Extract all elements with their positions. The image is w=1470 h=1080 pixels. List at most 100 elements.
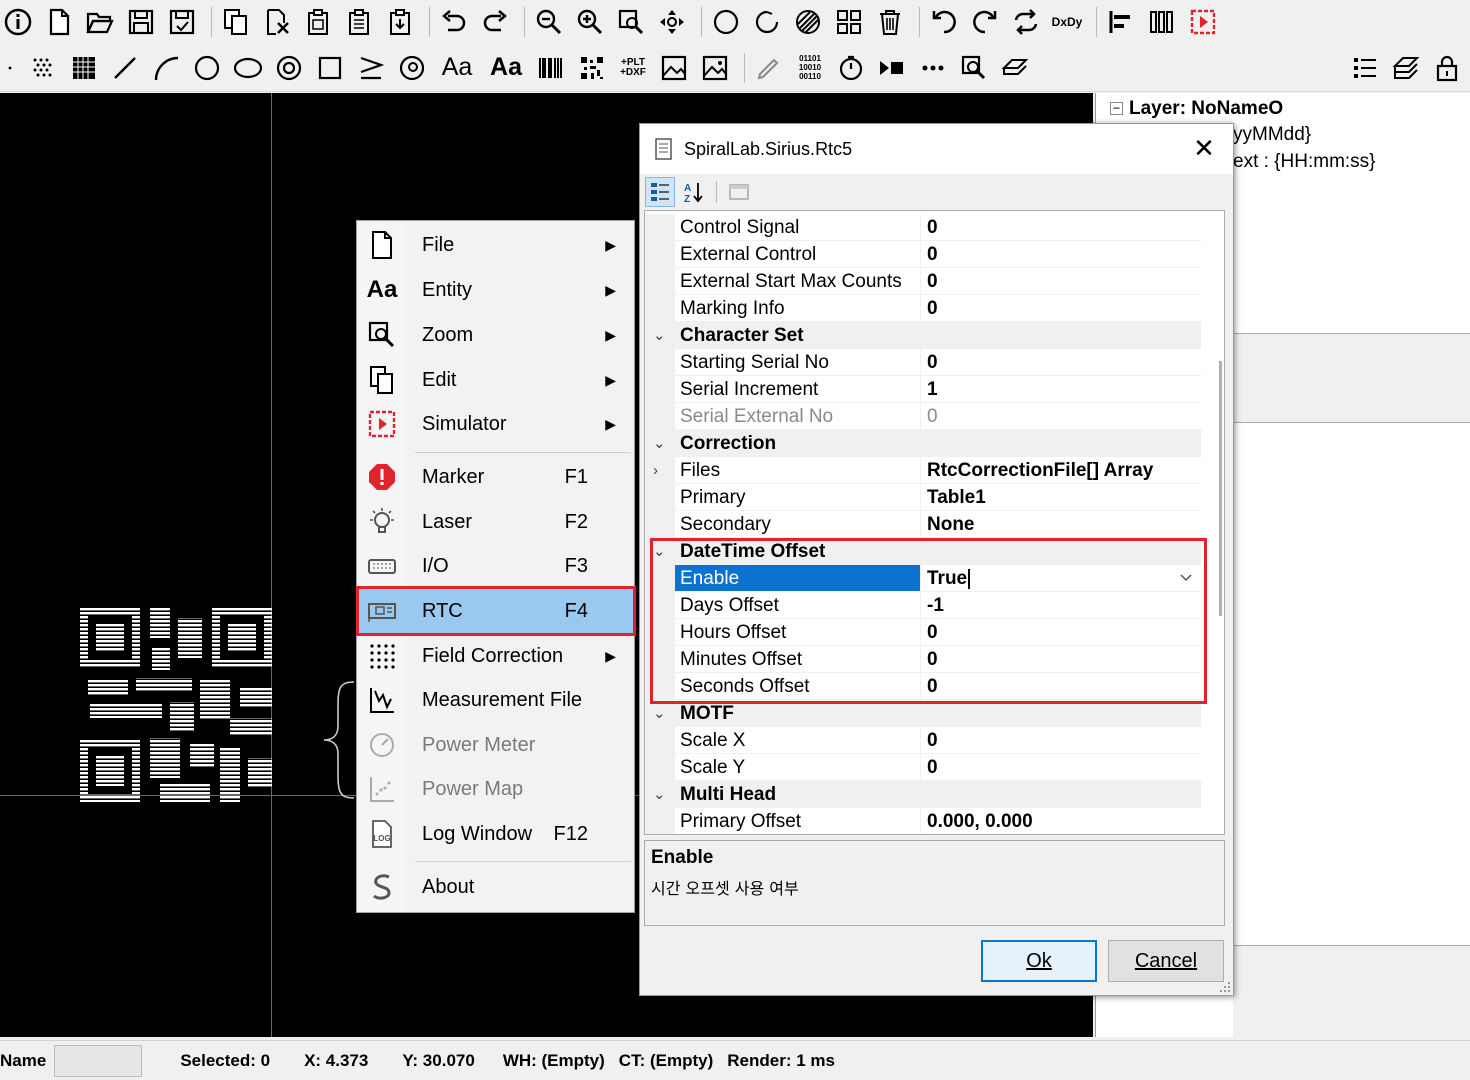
paste-array-icon[interactable] xyxy=(341,4,377,40)
menu-item-file[interactable]: File ▶ xyxy=(358,223,634,267)
redo-icon[interactable] xyxy=(477,4,513,40)
property-pages-icon[interactable] xyxy=(724,177,754,207)
category-row[interactable]: ⌄ Correction xyxy=(645,430,1201,457)
tree-child-2[interactable]: ext : {HH:mm:ss} xyxy=(1233,151,1376,173)
cancel-button[interactable]: Cancel xyxy=(1108,940,1224,982)
prop-value[interactable]: 0 xyxy=(921,349,1201,376)
prop-value[interactable]: 0 xyxy=(921,754,1201,781)
chevron-down-icon[interactable]: ⌄ xyxy=(653,700,666,727)
tree-child-1[interactable]: yyMMdd} xyxy=(1233,124,1311,146)
close-icon[interactable]: ✕ xyxy=(1189,134,1219,162)
ellipse-icon[interactable] xyxy=(230,50,266,86)
ok-button[interactable]: Ok xyxy=(981,940,1097,982)
paste-icon[interactable] xyxy=(300,4,336,40)
category-row[interactable]: ⌄ Character Set xyxy=(645,322,1201,349)
prop-row[interactable]: External Control 0 xyxy=(645,241,1201,268)
circle-icon[interactable] xyxy=(708,4,744,40)
spiral-text-icon[interactable] xyxy=(394,50,430,86)
menu-item-rtc[interactable]: RTC F4 xyxy=(356,586,636,636)
pen-icon[interactable] xyxy=(751,50,787,86)
prop-row-readonly[interactable]: Serial External No 0 xyxy=(645,403,1201,430)
pan-icon[interactable] xyxy=(654,4,690,40)
menu-item-edit[interactable]: Edit ▶ xyxy=(358,358,634,402)
layer-icon[interactable] xyxy=(997,50,1033,86)
rectangle-icon[interactable] xyxy=(312,50,348,86)
prop-row[interactable]: Control Signal 0 xyxy=(645,214,1201,241)
point-icon[interactable] xyxy=(0,50,20,86)
menu-item-zoom[interactable]: Zoom ▶ xyxy=(358,313,634,357)
prop-value[interactable]: 0 xyxy=(921,295,1201,322)
qrcode-entity[interactable] xyxy=(80,608,272,802)
grid-icon[interactable] xyxy=(831,4,867,40)
prop-value[interactable]: 0 xyxy=(921,268,1201,295)
timer-icon[interactable] xyxy=(833,50,869,86)
delete-icon[interactable] xyxy=(872,4,908,40)
chevron-down-icon[interactable]: ⌄ xyxy=(653,430,666,457)
points-cloud-icon[interactable] xyxy=(25,50,61,86)
menu-item-field-correction[interactable]: Field Correction ▶ xyxy=(358,634,634,678)
prop-value[interactable]: 0 xyxy=(921,727,1201,754)
save-icon[interactable] xyxy=(123,4,159,40)
prop-value[interactable]: 1 xyxy=(921,376,1201,403)
prop-row[interactable]: Scale Y0 xyxy=(645,754,1201,781)
menu-item-about[interactable]: About xyxy=(358,865,634,909)
alphabetical-sort-icon[interactable]: AZ xyxy=(679,177,709,207)
text-bold-icon[interactable]: Aa xyxy=(484,50,528,86)
zoom-select-icon[interactable] xyxy=(956,50,992,86)
paste-clipboard-icon[interactable] xyxy=(382,4,418,40)
qrcode-icon[interactable] xyxy=(574,50,610,86)
prop-row[interactable]: Scale X0 xyxy=(645,727,1201,754)
rotate-cw-icon[interactable] xyxy=(967,4,1003,40)
name-field[interactable] xyxy=(54,1044,143,1077)
layers-icon[interactable] xyxy=(1388,50,1424,86)
image-icon[interactable] xyxy=(656,50,692,86)
spiral-icon[interactable] xyxy=(271,50,307,86)
category-row[interactable]: ⌄ MOTF xyxy=(645,700,1201,727)
menu-item-io[interactable]: I/O F3 xyxy=(358,544,634,588)
list-icon[interactable] xyxy=(1347,50,1383,86)
menu-item-entity[interactable]: Aa Entity ▶ xyxy=(358,268,634,312)
menu-item-power-map[interactable]: Power Map xyxy=(358,767,634,811)
circle-entity-icon[interactable] xyxy=(189,50,225,86)
categorized-view-icon[interactable] xyxy=(645,177,675,207)
prop-row[interactable]: Primary Table1 xyxy=(645,484,1201,511)
play-stop-icon[interactable] xyxy=(874,50,910,86)
import-plt-dxf-icon[interactable]: +PLT +DXF xyxy=(615,50,651,86)
prop-row[interactable]: Primary Offset 0.000, 0.000 xyxy=(645,808,1201,834)
menu-item-marker[interactable]: Marker F1 xyxy=(358,455,634,499)
zoom-window-icon[interactable] xyxy=(613,4,649,40)
cut-icon[interactable] xyxy=(259,4,295,40)
grid-scrollbar[interactable] xyxy=(1219,361,1222,616)
more-icon[interactable] xyxy=(915,50,951,86)
align-icon[interactable] xyxy=(1103,4,1139,40)
raster-icon[interactable] xyxy=(66,50,102,86)
reverse-icon[interactable] xyxy=(1008,4,1044,40)
dx-dy-icon[interactable]: DxDy xyxy=(1049,4,1085,40)
menu-item-log-window[interactable]: LOG Log Window F12 xyxy=(358,812,634,856)
arc-icon[interactable] xyxy=(148,50,184,86)
open-folder-icon[interactable] xyxy=(82,4,118,40)
chevron-down-icon[interactable]: ⌄ xyxy=(653,322,666,349)
prop-row[interactable]: Marking Info 0 xyxy=(645,295,1201,322)
zoom-in-icon[interactable] xyxy=(572,4,608,40)
save-as-icon[interactable] xyxy=(164,4,200,40)
tree-layer-node[interactable]: − Layer: NoNameO xyxy=(1110,98,1283,120)
menu-item-simulator[interactable]: Simulator ▶ xyxy=(358,402,634,446)
chevron-down-icon[interactable]: ⌄ xyxy=(653,781,666,808)
simulator-icon[interactable] xyxy=(1185,4,1221,40)
barcode-icon[interactable] xyxy=(533,50,569,86)
category-row[interactable]: ⌄ Multi Head xyxy=(645,781,1201,808)
text-icon[interactable]: Aa xyxy=(435,50,479,86)
new-file-icon[interactable] xyxy=(41,4,77,40)
undo-icon[interactable] xyxy=(436,4,472,40)
prop-row[interactable]: › Files RtcCorrectionFile[] Array xyxy=(645,457,1201,484)
binary-icon[interactable]: 01101 10010 00110 xyxy=(792,50,828,86)
image-raster-icon[interactable] xyxy=(697,50,733,86)
line-icon[interactable] xyxy=(107,50,143,86)
chevron-right-icon[interactable]: › xyxy=(653,457,658,484)
rotate-arc-icon[interactable] xyxy=(749,4,785,40)
prop-value[interactable]: RtcCorrectionFile[] Array xyxy=(921,457,1201,484)
rotate-ccw-icon[interactable] xyxy=(926,4,962,40)
lock-icon[interactable] xyxy=(1429,50,1465,86)
menu-item-measurement-file[interactable]: Measurement File xyxy=(358,678,634,722)
